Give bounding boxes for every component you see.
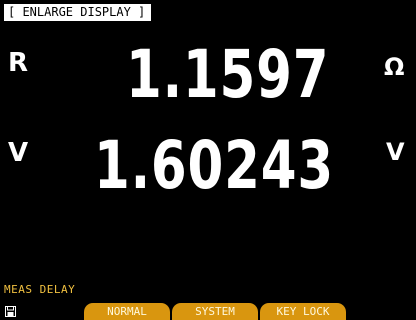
resistance-label: R <box>8 48 29 78</box>
voltage-label: V <box>8 138 29 168</box>
save-icon <box>5 306 16 317</box>
meas-delay-status: MEAS DELAY <box>4 283 76 296</box>
screen-title: [ ENLARGE DISPLAY ] <box>4 4 152 21</box>
enlarge-display-screen: [ ENLARGE DISPLAY ] R 1.1597 Ω V 1.60243… <box>0 0 416 320</box>
resistance-unit: Ω <box>384 53 405 81</box>
resistance-value: 1.1597 <box>126 36 330 113</box>
voltage-value: 1.60243 <box>94 127 334 204</box>
softkey-system[interactable]: SYSTEM <box>172 303 258 320</box>
softkey-key-lock[interactable]: KEY LOCK <box>260 303 346 320</box>
voltage-unit: V <box>386 138 405 166</box>
softkey-normal[interactable]: NORMAL <box>84 303 170 320</box>
